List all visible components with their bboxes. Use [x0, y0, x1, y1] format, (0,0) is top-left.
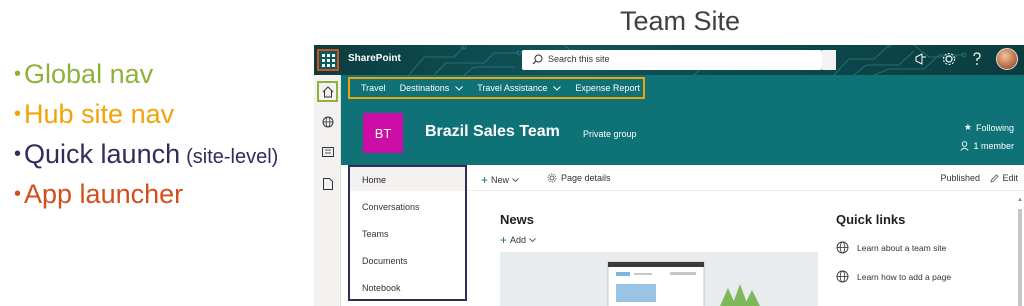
news-add-button[interactable]: + Add — [500, 233, 536, 247]
chevron-down-icon — [512, 178, 519, 182]
home-icon[interactable] — [317, 81, 338, 102]
hub-nav-highlight: Travel Destinations Travel Assistance Ex… — [348, 77, 645, 99]
pencil-icon — [990, 173, 1000, 183]
new-label: New — [491, 175, 510, 185]
legend-label: Global nav — [24, 59, 154, 89]
site-title[interactable]: Brazil Sales Team — [425, 123, 560, 141]
hub-nav-label: Expense Report — [575, 83, 640, 93]
hub-nav-item-travel-assistance[interactable]: Travel Assistance — [477, 83, 562, 93]
legend-qualifier: (site-level) — [186, 146, 279, 168]
hub-nav-item-destinations[interactable]: Destinations — [400, 83, 464, 93]
globe-icon — [836, 241, 849, 254]
quick-launch-item-home[interactable]: Home — [362, 175, 386, 185]
search-icon — [532, 54, 543, 65]
search-box[interactable]: Search this site — [522, 50, 822, 70]
megaphone-icon[interactable] — [912, 50, 930, 68]
quick-launch-item-conversations[interactable]: Conversations — [362, 202, 420, 212]
legend-bullet: • — [14, 63, 22, 85]
news-icon[interactable] — [317, 141, 338, 162]
quick-link-item[interactable]: Learn how to add a page — [836, 270, 951, 283]
published-status: Published — [940, 173, 980, 183]
legend-label: Hub site nav — [24, 99, 175, 129]
hub-nav-label: Destinations — [399, 83, 450, 93]
globe-icon[interactable] — [317, 111, 338, 132]
waffle-icon — [321, 53, 335, 67]
app-bar — [314, 75, 341, 306]
app-launcher-waffle-icon[interactable] — [317, 49, 339, 71]
document-icon[interactable] — [317, 173, 338, 194]
scrollbar[interactable]: ▲ — [1016, 195, 1024, 306]
sharepoint-brand-link[interactable]: SharePoint — [348, 53, 401, 64]
legend-hub-site-nav: • Hub site nav — [14, 94, 304, 134]
legend-global-nav: • Global nav — [14, 54, 304, 94]
news-illustration — [500, 252, 818, 306]
quick-launch: Home Conversations Teams Documents Noteb… — [341, 165, 467, 306]
search-input[interactable]: Search this site — [548, 54, 610, 64]
globe-icon — [836, 270, 849, 283]
hub-nav-label: Travel Assistance — [477, 83, 548, 93]
quick-link-item[interactable]: Learn about a team site — [836, 241, 946, 254]
page-details-button[interactable]: Page details — [547, 173, 611, 183]
search-box-edge — [822, 50, 836, 70]
legend-bullet: • — [14, 143, 22, 165]
following-button[interactable]: ★ Following — [964, 122, 1014, 133]
site-privacy-label: Private group — [583, 129, 637, 139]
scrollbar-thumb[interactable] — [1018, 209, 1022, 306]
site-header: BT Brazil Sales Team Private group ★ Fol… — [341, 101, 1024, 165]
chevron-down-icon — [455, 85, 464, 91]
quick-links-heading: Quick links — [836, 212, 906, 227]
scroll-up-icon[interactable]: ▲ — [1017, 197, 1023, 203]
gear-icon — [547, 173, 557, 183]
edit-button[interactable]: Edit — [990, 173, 1018, 183]
news-add-label: Add — [510, 235, 527, 245]
quick-link-label: Learn about a team site — [857, 242, 947, 253]
gear-icon[interactable] — [940, 50, 958, 68]
suite-actions — [912, 48, 1018, 70]
page-content: News + Add Quick links Learn about a tea… — [467, 192, 1024, 306]
sharepoint-window: SharePoint Search this site Travel Desti… — [314, 45, 1024, 306]
plus-icon: + — [481, 173, 489, 187]
news-heading: News — [500, 212, 534, 227]
hub-nav-item-expense-report[interactable]: Expense Report — [575, 83, 640, 93]
person-icon — [960, 141, 970, 151]
following-label: Following — [975, 122, 1014, 133]
site-logo[interactable]: BT — [363, 113, 403, 153]
new-button[interactable]: + New — [481, 173, 519, 187]
legend-bullet: • — [14, 183, 22, 205]
edit-label: Edit — [1002, 173, 1018, 183]
quick-launch-item-teams[interactable]: Teams — [362, 229, 389, 239]
quick-link-label: Learn how to add a page — [857, 271, 952, 282]
star-icon: ★ — [963, 122, 972, 132]
members-label: 1 member — [973, 141, 1014, 151]
legend-bullet: • — [14, 103, 22, 125]
chevron-down-icon — [553, 85, 562, 91]
hub-site-nav: Travel Destinations Travel Assistance Ex… — [341, 75, 1024, 101]
legend-app-launcher: • App launcher — [14, 174, 304, 214]
members-button[interactable]: 1 member — [960, 141, 1014, 151]
legend-label: App launcher — [24, 179, 184, 209]
chevron-down-icon — [529, 238, 536, 242]
page-details-label: Page details — [561, 173, 611, 183]
command-bar: + New Page details Published Edit — [467, 165, 1024, 191]
legend: • Global nav • Hub site nav • Quick laun… — [14, 54, 304, 214]
plus-icon: + — [500, 233, 508, 247]
hub-nav-label: Travel — [361, 83, 386, 93]
suite-bar: SharePoint Search this site — [314, 45, 1024, 75]
news-preview-image[interactable] — [500, 252, 818, 306]
slide-title: Team Site — [620, 6, 741, 36]
help-icon[interactable] — [968, 50, 986, 68]
quick-launch-item-documents[interactable]: Documents — [362, 256, 408, 266]
legend-label: Quick launch — [24, 139, 181, 169]
avatar[interactable] — [996, 48, 1018, 70]
legend-quick-launch: • Quick launch (site-level) — [14, 134, 304, 174]
quick-launch-item-notebook[interactable]: Notebook — [362, 283, 401, 293]
hub-nav-item-travel[interactable]: Travel — [361, 83, 386, 93]
